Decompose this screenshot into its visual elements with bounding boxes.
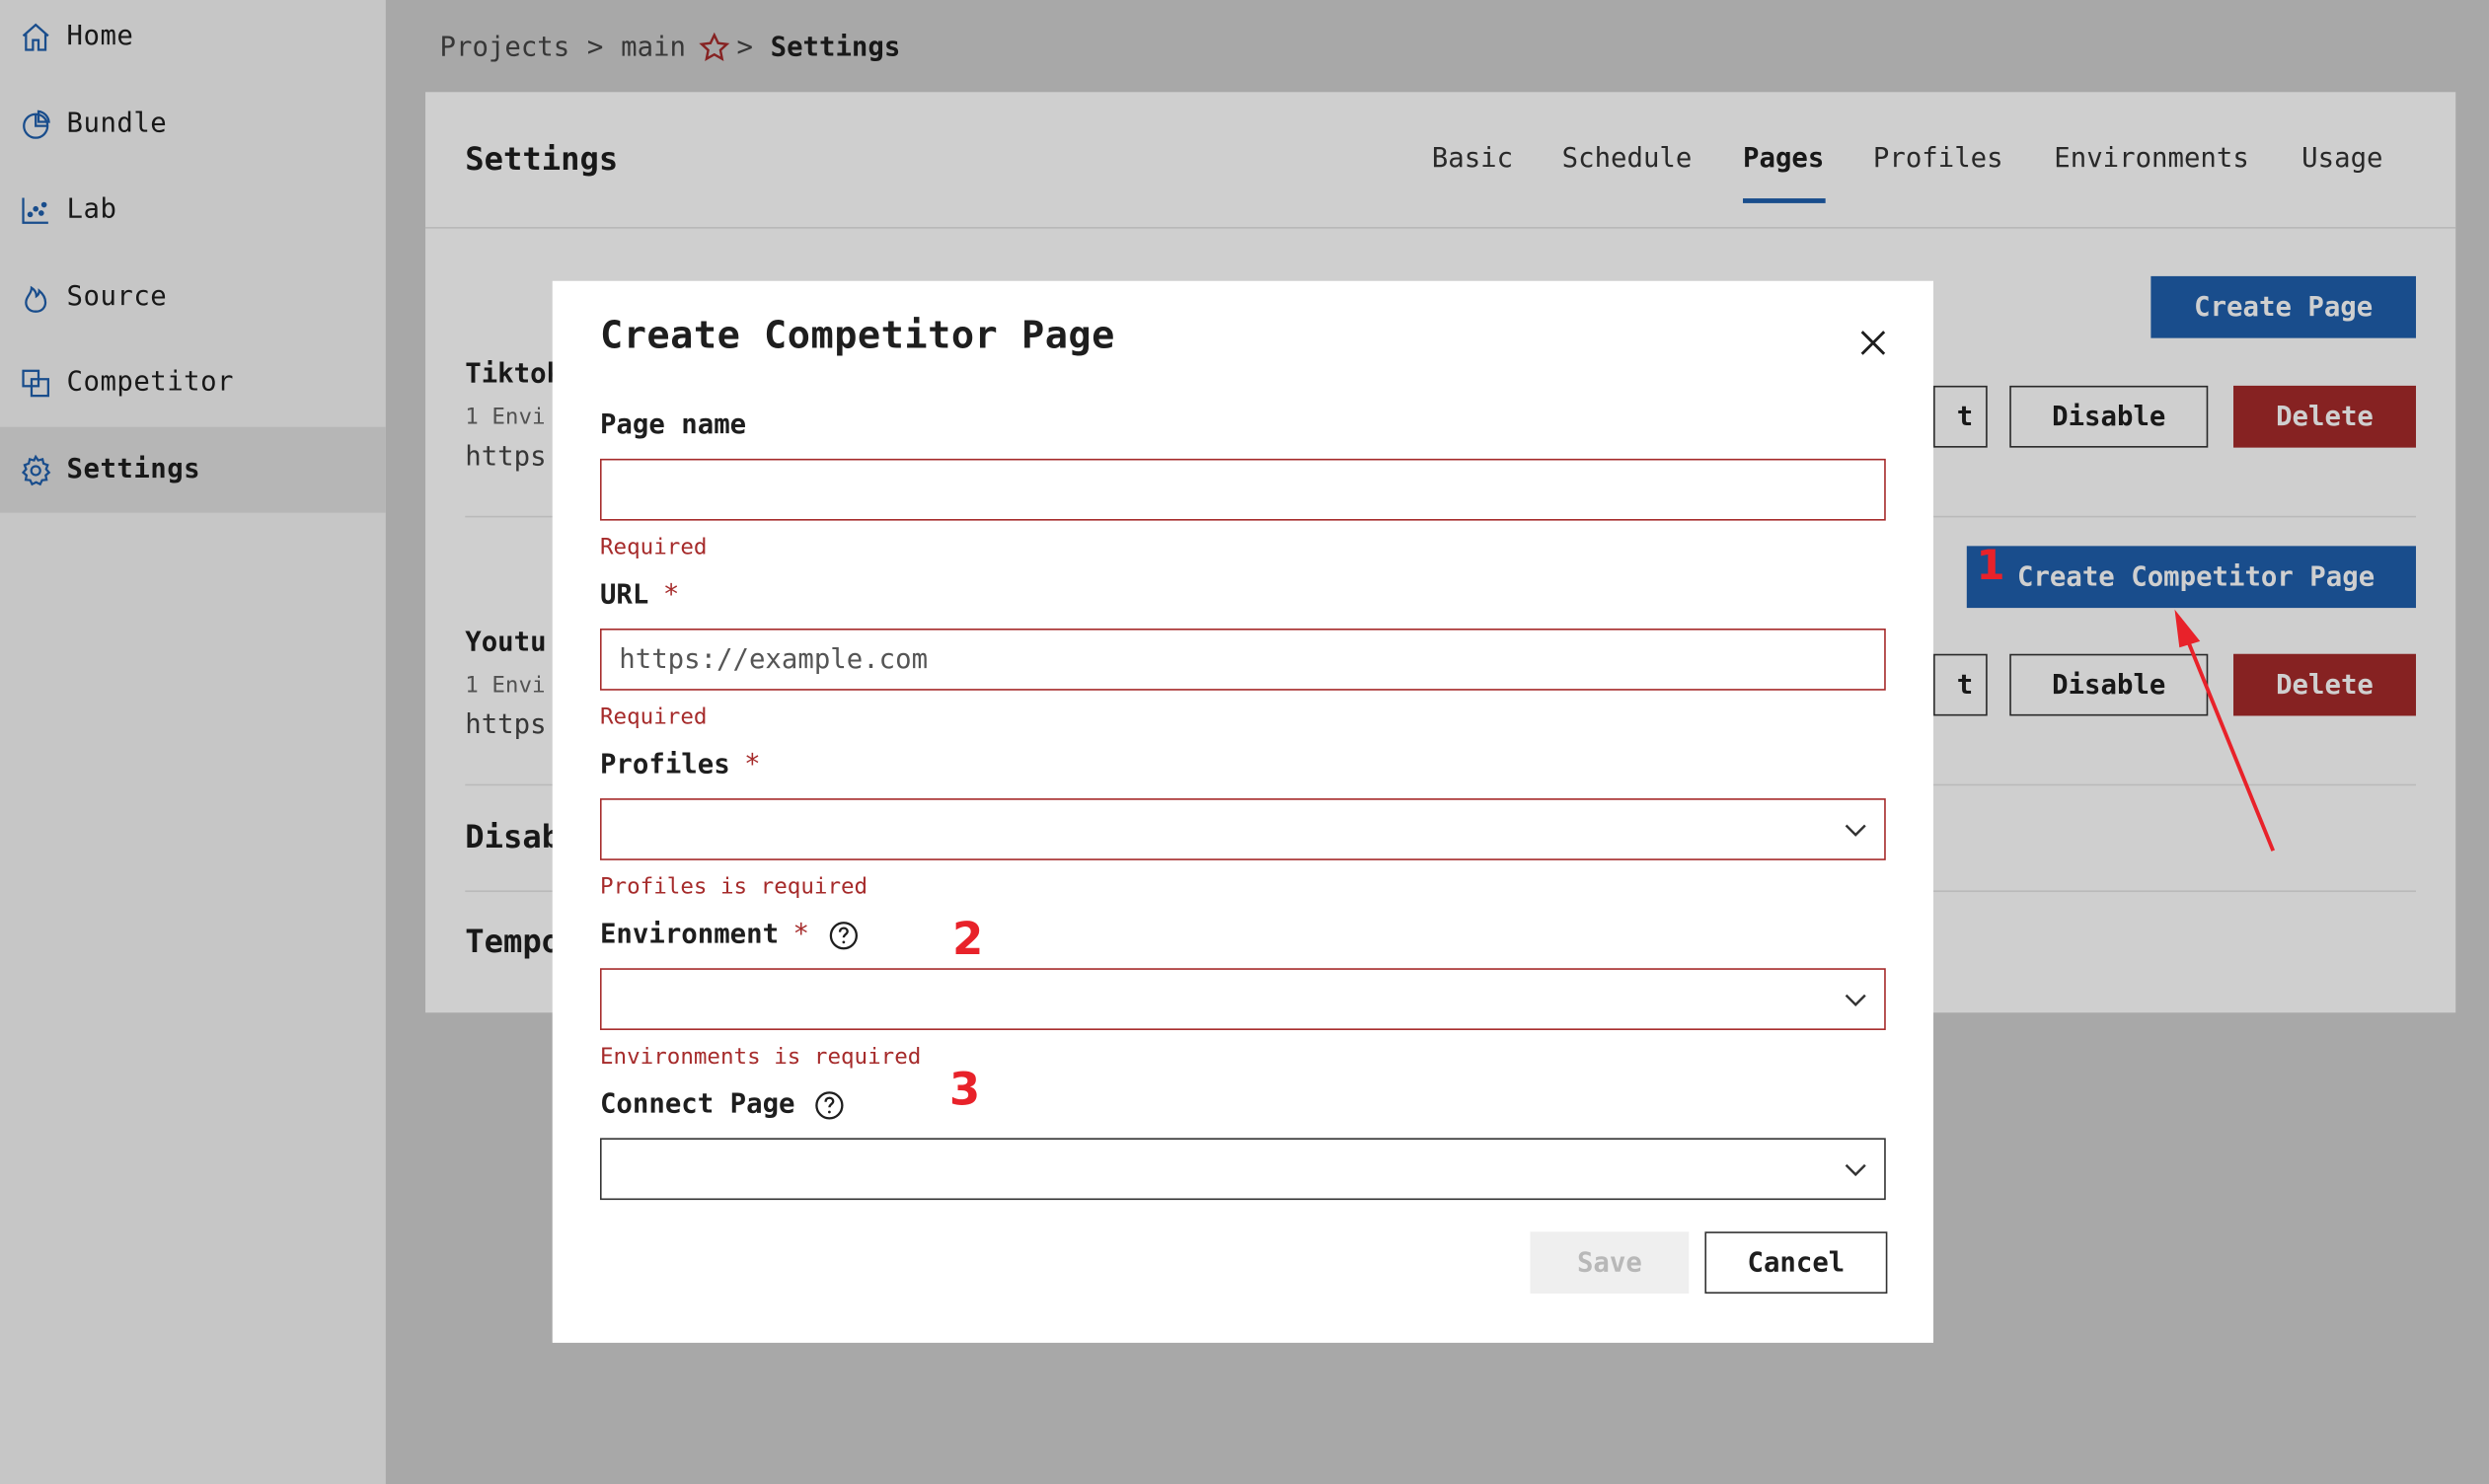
url-input[interactable]	[601, 630, 1885, 690]
environment-select[interactable]	[599, 968, 1886, 1030]
url-label: URL *	[599, 579, 680, 612]
url-error: Required	[599, 705, 708, 730]
close-icon[interactable]	[1857, 327, 1889, 358]
required-mark: *	[744, 749, 761, 781]
help-icon[interactable]	[814, 1089, 845, 1120]
app-root: Home Bundle Lab Source Competitor Settin…	[0, 0, 2489, 1484]
connect-page-select[interactable]	[599, 1138, 1886, 1201]
save-button[interactable]: Save	[1530, 1231, 1690, 1295]
chevron-down-icon	[1845, 994, 1866, 1006]
cancel-button[interactable]: Cancel	[1704, 1231, 1888, 1295]
page-name-input[interactable]	[601, 460, 1885, 520]
annotation-marker-1: 1	[1976, 543, 2005, 591]
help-icon[interactable]	[828, 920, 859, 950]
annotation-arrow	[2174, 609, 2276, 852]
url-field[interactable]	[599, 629, 1886, 691]
environment-label: Environment *	[600, 919, 859, 951]
chevron-down-icon	[1845, 1163, 1866, 1177]
dialog-title: Create Competitor Page	[599, 312, 1115, 357]
chevron-down-icon	[1845, 824, 1866, 837]
annotation-marker-3: 3	[948, 1063, 981, 1116]
profiles-error: Profiles is required	[599, 874, 868, 901]
profiles-label: Profiles *	[599, 749, 761, 781]
required-mark: *	[662, 579, 680, 612]
create-competitor-dialog: Create Competitor Page Page name Require…	[552, 280, 1934, 1343]
page-name-label: Page name	[599, 409, 747, 442]
profiles-select[interactable]	[599, 798, 1886, 860]
environment-error: Environments is required	[599, 1044, 922, 1071]
page-name-field[interactable]	[599, 458, 1886, 521]
annotation-marker-2: 2	[952, 912, 984, 966]
connect-page-label: Connect Page	[600, 1088, 845, 1121]
required-mark: *	[792, 919, 810, 951]
page-name-error: Required	[599, 535, 708, 560]
